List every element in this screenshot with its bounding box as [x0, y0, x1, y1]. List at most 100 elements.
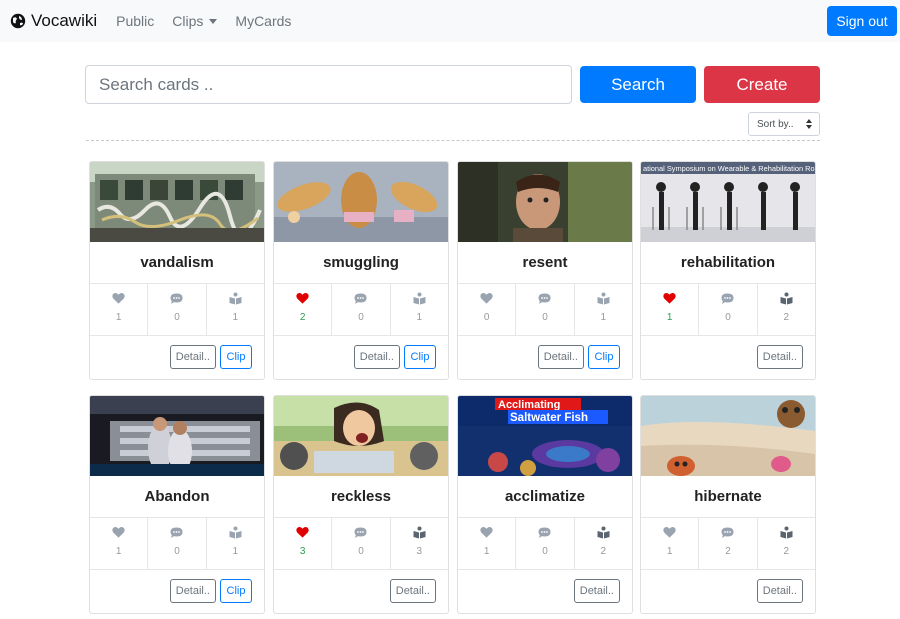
clip-count: 1 [232, 546, 239, 557]
like-count: 3 [299, 546, 306, 557]
clip-stat[interactable]: 2 [758, 518, 815, 569]
like-stat[interactable]: 2 [274, 284, 333, 335]
nav-public[interactable]: Public [116, 13, 154, 29]
card-actions: Detail.. [756, 345, 803, 369]
card-word: hibernate [641, 476, 815, 518]
comment-stat[interactable]: 0 [332, 284, 391, 335]
card-image[interactable] [90, 396, 264, 476]
clip-button[interactable]: Clip [588, 345, 620, 369]
clip-button[interactable]: Clip [220, 345, 252, 369]
word-card[interactable]: reckless 3 0 3 Detail.. [273, 395, 449, 614]
word-card[interactable]: vandalism 1 0 1 Detail.. Clip [89, 161, 265, 380]
like-count: 1 [115, 312, 122, 323]
clip-button[interactable]: Clip [404, 345, 436, 369]
comment-icon [721, 293, 734, 304]
like-stat[interactable]: 3 [274, 518, 333, 569]
search-input[interactable]: Search cards .. [85, 65, 572, 104]
image-caption: ational Symposium on Wearable & Rehabili… [643, 164, 815, 173]
detail-button[interactable]: Detail.. [389, 579, 436, 603]
comment-stat[interactable]: 0 [332, 518, 391, 569]
detail-button[interactable]: Detail.. [756, 345, 803, 369]
like-stat[interactable]: 1 [641, 518, 700, 569]
detail-button[interactable]: Detail.. [353, 345, 400, 369]
clip-stat[interactable]: 1 [207, 284, 264, 335]
clip-stat[interactable]: 1 [575, 284, 632, 335]
like-stat[interactable]: 1 [458, 518, 517, 569]
card-word: resent [458, 242, 632, 284]
nav-mycards[interactable]: MyCards [235, 13, 291, 29]
word-card[interactable]: resent 0 0 1 Detail.. Clip [457, 161, 633, 380]
heart-icon [480, 293, 493, 304]
book-reader-icon [780, 526, 793, 539]
clip-count: 1 [232, 312, 239, 323]
comment-count: 0 [174, 546, 180, 557]
card-image[interactable]: ational Symposium on Wearable & Rehabili… [641, 162, 815, 242]
divider [86, 140, 820, 141]
comment-count: 0 [542, 546, 548, 557]
word-card[interactable]: Acclimating Saltwater Fish acclimatize 1 0… [457, 395, 633, 614]
detail-button[interactable]: Detail.. [169, 345, 216, 369]
comment-stat[interactable]: 2 [699, 518, 758, 569]
clip-count: 2 [783, 546, 790, 557]
heart-icon [296, 293, 309, 304]
card-word: reckless [274, 476, 448, 518]
word-card[interactable]: hibernate 1 2 2 Detail.. [640, 395, 816, 614]
comment-stat[interactable]: 0 [148, 284, 207, 335]
clip-stat[interactable]: 2 [758, 284, 815, 335]
card-word: acclimatize [458, 476, 632, 518]
clip-stat[interactable]: 3 [391, 518, 448, 569]
brand-name: Vocawiki [31, 11, 98, 30]
comment-stat[interactable]: 0 [516, 518, 575, 569]
card-word: smuggling [274, 242, 448, 284]
sort-select[interactable]: Sort by.. [748, 112, 820, 136]
book-reader-icon [597, 526, 610, 539]
card-image[interactable] [90, 162, 264, 242]
clip-button[interactable]: Clip [220, 579, 252, 603]
card-image[interactable] [274, 162, 448, 242]
nav-clips-dropdown[interactable]: Clips [172, 13, 218, 29]
word-card[interactable]: ational Symposium on Wearable & Rehabili… [640, 161, 816, 380]
like-stat[interactable]: 1 [90, 284, 149, 335]
card-actions: Detail.. [573, 579, 620, 603]
comment-stat[interactable]: 0 [148, 518, 207, 569]
image-caption-2: Saltwater Fish [510, 412, 588, 424]
heart-icon [112, 527, 125, 538]
word-card[interactable]: Abandon 1 0 1 Detail.. Clip [89, 395, 265, 614]
card-actions: Detail.. Clip [169, 579, 252, 603]
card-actions: Detail.. [756, 579, 803, 603]
like-stat[interactable]: 1 [90, 518, 149, 569]
chevron-down-icon [209, 18, 218, 24]
clip-stat[interactable]: 1 [207, 518, 264, 569]
clip-stat[interactable]: 1 [391, 284, 448, 335]
create-button[interactable]: Create [704, 66, 820, 103]
search-button[interactable]: Search [580, 66, 696, 103]
card-actions: Detail.. Clip [169, 345, 252, 369]
like-count: 1 [115, 546, 122, 557]
like-count: 2 [299, 312, 306, 323]
detail-button[interactable]: Detail.. [169, 579, 216, 603]
card-image[interactable] [641, 396, 815, 476]
book-reader-icon [229, 526, 242, 539]
like-count: 0 [483, 312, 490, 323]
sign-out-button[interactable]: Sign out [827, 6, 897, 36]
comment-stat[interactable]: 0 [516, 284, 575, 335]
comment-stat[interactable]: 0 [699, 284, 758, 335]
clip-count: 1 [600, 312, 607, 323]
clip-stat[interactable]: 2 [575, 518, 632, 569]
detail-button[interactable]: Detail.. [756, 579, 803, 603]
card-image[interactable] [274, 396, 448, 476]
like-stat[interactable]: 0 [458, 284, 517, 335]
card-stats: 2 0 1 [274, 284, 448, 336]
card-image[interactable] [458, 162, 632, 242]
word-card[interactable]: smuggling 2 0 1 Detail.. Clip [273, 161, 449, 380]
clip-count: 2 [783, 312, 790, 323]
brand-link[interactable]: Vocawiki [10, 11, 97, 31]
card-word: Abandon [90, 476, 264, 518]
card-image[interactable]: Acclimating Saltwater Fish [458, 396, 632, 476]
globe-icon [10, 13, 26, 29]
detail-button[interactable]: Detail.. [573, 579, 620, 603]
book-reader-icon [597, 292, 610, 305]
card-stats: 1 0 2 [641, 284, 815, 336]
like-stat[interactable]: 1 [641, 284, 700, 335]
detail-button[interactable]: Detail.. [537, 345, 584, 369]
